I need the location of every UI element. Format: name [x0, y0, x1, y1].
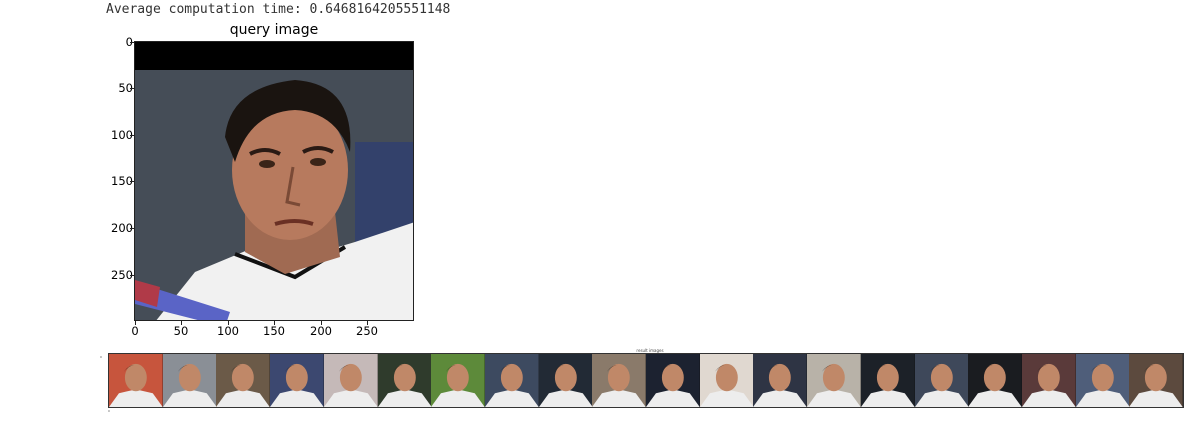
- query-xtick-label: 250: [356, 324, 378, 338]
- query-xtick-label: 0: [131, 324, 139, 338]
- result-thumbnail: [431, 354, 485, 407]
- result-thumbnail: [968, 354, 1022, 407]
- query-xtick-mark: [367, 321, 368, 325]
- result-thumbnail: [1129, 354, 1183, 407]
- query-face-illustration: [135, 42, 413, 320]
- result-thumbnail: [323, 354, 378, 407]
- query-xtick-mark: [274, 321, 275, 325]
- result-thumbnail: [538, 354, 593, 407]
- query-ytick-mark: [130, 275, 134, 276]
- computation-time-output: Average computation time: 0.646816420555…: [106, 2, 451, 17]
- result-images-strip: [108, 353, 1184, 408]
- query-ytick-mark: [130, 228, 134, 229]
- query-image: [134, 41, 414, 321]
- result-thumbnail: [216, 354, 271, 407]
- query-xtick-mark: [135, 321, 136, 325]
- result-thumbnail: [484, 354, 539, 407]
- query-plot-title: query image: [229, 22, 319, 38]
- result-thumbnail: [377, 354, 432, 407]
- query-ytick-mark: [130, 135, 134, 136]
- result-thumbnail: [1021, 354, 1076, 407]
- result-thumbnail: [699, 354, 754, 407]
- result-thumbnail: [860, 354, 915, 407]
- query-xtick-label: 150: [263, 324, 285, 338]
- result-thumbnail: [592, 354, 647, 407]
- result-thumbnail: [646, 354, 700, 407]
- result-thumbnail: [914, 354, 969, 407]
- result-thumbnail: [807, 354, 861, 407]
- query-xtick-label: 100: [217, 324, 239, 338]
- query-xtick-label: 50: [173, 324, 189, 338]
- result-thumbnail: [109, 354, 163, 407]
- query-xtick-label: 200: [310, 324, 332, 338]
- result-xtick-label: 0: [108, 409, 110, 413]
- query-ytick-mark: [130, 42, 134, 43]
- result-thumbnail: [270, 354, 324, 407]
- result-ytick-label: 0: [100, 355, 102, 359]
- result-thumbnail: [1075, 354, 1130, 407]
- query-xtick-mark: [181, 321, 182, 325]
- result-thumbnail: [162, 354, 217, 407]
- query-ytick-mark: [130, 181, 134, 182]
- query-xtick-mark: [228, 321, 229, 325]
- result-thumbnail: [753, 354, 808, 407]
- query-ytick-mark: [130, 88, 134, 89]
- query-xtick-mark: [321, 321, 322, 325]
